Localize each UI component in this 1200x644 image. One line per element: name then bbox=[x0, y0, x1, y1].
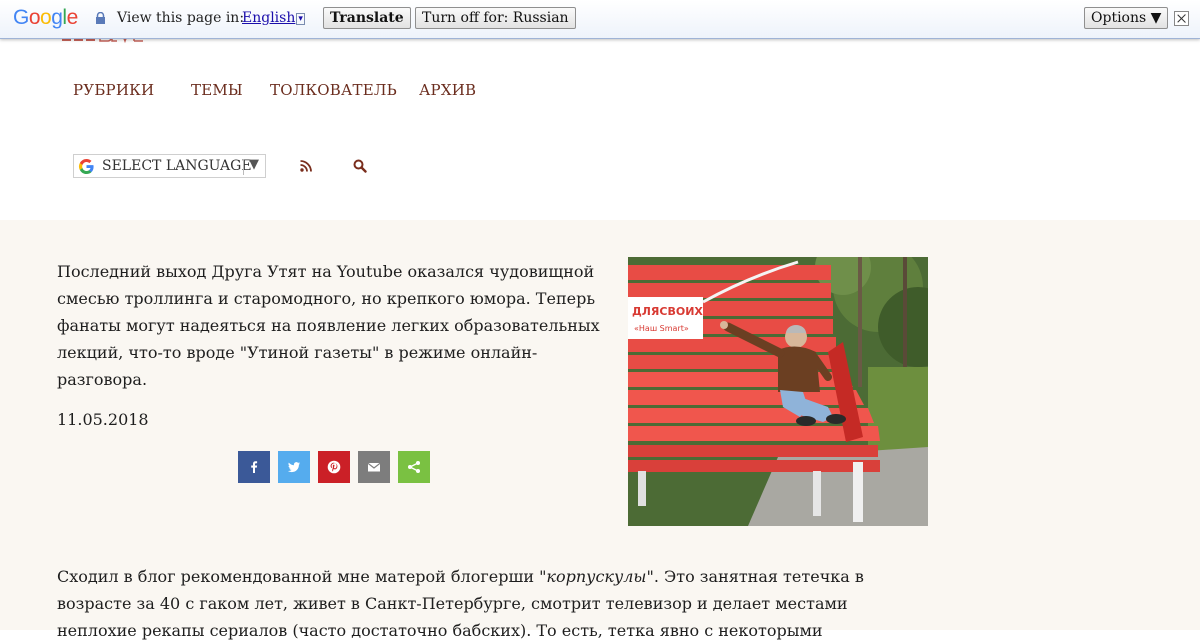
options-button[interactable]: Options ▼ bbox=[1084, 7, 1169, 29]
search-icon[interactable] bbox=[353, 159, 367, 173]
facebook-share-button[interactable] bbox=[238, 451, 270, 483]
rss-icon[interactable] bbox=[300, 160, 312, 172]
google-logo: Google bbox=[13, 6, 78, 29]
select-divider bbox=[243, 159, 244, 175]
nav-item-topics[interactable]: ТЕМЫ bbox=[191, 81, 243, 99]
lock-icon bbox=[96, 12, 105, 24]
chevron-down-icon: ▾ bbox=[296, 13, 305, 25]
twitter-share-button[interactable] bbox=[278, 451, 310, 483]
twitter-icon bbox=[288, 462, 300, 473]
pinterest-icon bbox=[327, 460, 341, 474]
view-page-label: View this page in: bbox=[117, 10, 245, 26]
svg-text:«Наш Smart»: «Наш Smart» bbox=[634, 324, 689, 333]
nav-item-archive[interactable]: АРХИВ bbox=[419, 81, 476, 99]
article-body: Сходил в блог рекомендованной мне матеро… bbox=[57, 567, 864, 640]
target-language-select[interactable]: English ▾ bbox=[242, 10, 305, 26]
translate-button[interactable]: Translate bbox=[323, 7, 411, 29]
turn-off-button[interactable]: Turn off for: Russian bbox=[415, 7, 576, 29]
article-photo: ДЛЯСВОИХ «Наш Smart» bbox=[628, 257, 928, 526]
article-date: 11.05.2018 bbox=[57, 410, 149, 429]
share-icon bbox=[408, 461, 420, 473]
language-select-label: SELECT LANGUAGE bbox=[102, 158, 252, 174]
article-section: Последний выход Друга Утят на Youtube ок… bbox=[0, 220, 1200, 640]
google-g-icon bbox=[78, 158, 94, 175]
email-icon bbox=[367, 462, 381, 472]
nav-item-rubrics[interactable]: РУБРИКИ bbox=[73, 81, 154, 99]
chevron-down-icon: ▼ bbox=[249, 157, 259, 172]
facebook-icon bbox=[251, 461, 258, 473]
more-share-button[interactable] bbox=[398, 451, 430, 483]
language-select[interactable]: SELECT LANGUAGE ▼ bbox=[73, 154, 266, 178]
article-intro: Последний выход Друга Утят на Youtube ок… bbox=[57, 262, 600, 389]
translate-bar: Google View this page in: English ▾ Trans… bbox=[0, 0, 1200, 39]
email-share-button[interactable] bbox=[358, 451, 390, 483]
svg-text:ДЛЯСВОИХ: ДЛЯСВОИХ bbox=[632, 305, 703, 318]
blog-link[interactable]: корпускулы bbox=[546, 567, 646, 586]
close-icon[interactable] bbox=[1174, 11, 1189, 26]
nav-item-glossary[interactable]: ТОЛКОВАТЕЛЬ bbox=[270, 81, 397, 99]
pinterest-share-button[interactable] bbox=[318, 451, 350, 483]
